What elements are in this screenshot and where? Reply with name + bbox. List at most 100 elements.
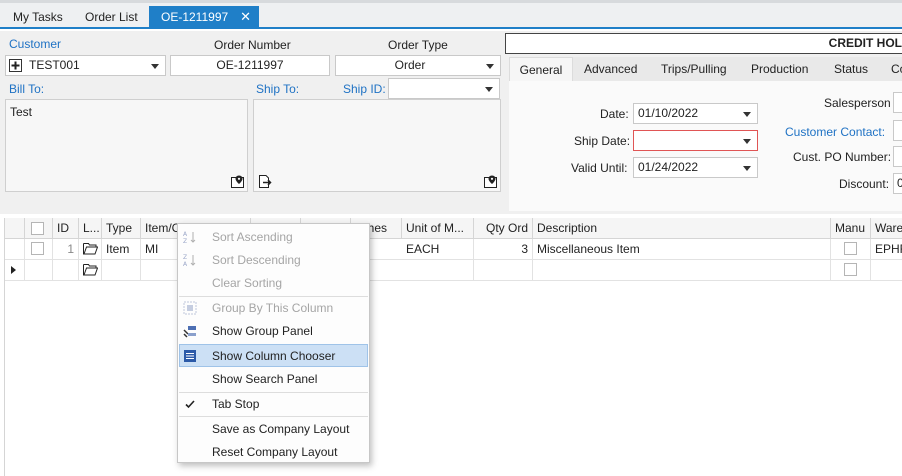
column-header-warehouse[interactable]: Ware [871, 218, 902, 239]
chevron-down-icon[interactable] [151, 63, 159, 69]
tab-my-tasks[interactable]: My Tasks [13, 8, 63, 27]
discount-label: Discount: [839, 177, 890, 191]
menu-item-reset-company-layout[interactable]: Reset Company Layout [179, 441, 368, 463]
column-header-manu[interactable]: Manu [831, 218, 871, 239]
cust-po-label: Cust. PO Number: [793, 150, 892, 164]
column-header-description[interactable]: Description [533, 218, 831, 239]
menu-item-clear-sorting[interactable]: Clear Sorting [179, 272, 368, 294]
column-header-location[interactable]: L... [79, 218, 102, 239]
menu-item-group-by-column[interactable]: Group By This Column [179, 297, 368, 319]
new-row-qty[interactable] [474, 260, 533, 280]
order-number-field[interactable]: OE-1211997 [170, 55, 330, 76]
row-unit: EACH [402, 239, 474, 259]
tab-production[interactable]: Production [751, 57, 808, 81]
new-row-type[interactable] [102, 260, 141, 280]
new-row-id[interactable] [53, 260, 79, 280]
new-row-description[interactable] [533, 260, 831, 280]
customer-value: TEST001 [29, 58, 80, 72]
tab-more[interactable]: Co [891, 57, 902, 81]
tab-general[interactable]: General [509, 57, 573, 81]
row-qty-ord: 3 [474, 239, 533, 259]
menu-item-label: Show Column Chooser [212, 349, 336, 363]
manufactured-checkbox[interactable] [844, 263, 857, 276]
order-type-value: Order [394, 58, 426, 72]
row-warehouse: EPHR [875, 242, 902, 256]
chevron-down-icon[interactable] [743, 111, 751, 117]
customer-label[interactable]: Customer [9, 37, 61, 51]
new-row-warehouse[interactable] [871, 260, 902, 280]
ship-to-address[interactable] [253, 99, 501, 192]
add-customer-icon[interactable] [9, 59, 22, 72]
folder-open-icon[interactable] [83, 263, 98, 276]
document-tab-bar: My Tasks Order List OE-1211997 ✕ [0, 0, 902, 29]
menu-item-show-column-chooser[interactable]: Show Column Chooser [179, 344, 368, 367]
column-header-type[interactable]: Type [102, 218, 141, 239]
date-picker[interactable]: 01/10/2022 [633, 103, 758, 124]
menu-item-save-company-layout[interactable]: Save as Company Layout [179, 418, 368, 440]
bill-to-address[interactable]: Test [5, 99, 248, 192]
menu-item-show-search-panel[interactable]: Show Search Panel [179, 368, 368, 390]
bill-to-label: Bill To: [9, 82, 45, 96]
order-lines-grid: ID L... Type Item/C nches Unit of M... Q… [4, 218, 902, 476]
bill-to-value: Test [10, 105, 33, 119]
ship-id-combo[interactable] [388, 78, 500, 99]
column-header-select[interactable] [25, 218, 53, 239]
tab-advanced[interactable]: Advanced [584, 57, 637, 81]
discount-field[interactable]: 0 [893, 173, 902, 194]
group-by-icon [183, 301, 197, 315]
row-manu-cell[interactable] [831, 239, 871, 259]
ship-date-picker[interactable] [633, 130, 758, 151]
valid-until-value: 01/24/2022 [638, 160, 699, 174]
salesperson-field[interactable] [893, 92, 902, 113]
valid-until-picker[interactable]: 01/24/2022 [633, 157, 758, 178]
new-row-select-cell[interactable] [25, 260, 53, 280]
order-number-label: Order Number [214, 38, 291, 52]
chevron-down-icon[interactable] [485, 86, 493, 92]
menu-separator [179, 416, 368, 417]
menu-item-tab-stop[interactable]: Tab Stop [179, 393, 368, 415]
menu-item-label: Tab Stop [212, 397, 260, 411]
copy-address-icon[interactable] [257, 174, 272, 189]
customer-contact-field[interactable] [893, 120, 902, 141]
cust-po-field[interactable] [893, 146, 902, 167]
new-row-unit[interactable] [402, 260, 474, 280]
menu-item-sort-ascending[interactable]: A Z Sort Ascending [179, 226, 368, 248]
row-checkbox[interactable] [31, 242, 44, 255]
tab-trips-pulling[interactable]: Trips/Pulling [661, 57, 727, 81]
sort-ascending-icon: A Z [183, 231, 196, 244]
folder-open-icon[interactable] [83, 242, 98, 255]
tab-status[interactable]: Status [834, 57, 868, 81]
table-row[interactable]: 1 Item MI EACH 3 Miscellaneous Item EPHR [5, 239, 902, 260]
menu-item-label: Clear Sorting [212, 276, 283, 290]
close-icon[interactable]: ✕ [240, 9, 251, 24]
menu-item-label: Save as Company Layout [212, 422, 350, 436]
new-row-manu-cell[interactable] [831, 260, 871, 280]
ship-to-label[interactable]: Ship To: [256, 82, 299, 96]
column-header-id[interactable]: ID [53, 218, 79, 239]
column-header-qty-ord[interactable]: Qty Ord [474, 218, 533, 239]
chevron-down-icon[interactable] [743, 138, 751, 144]
row-select-cell[interactable] [25, 239, 53, 259]
svg-text:Z: Z [183, 254, 187, 261]
sort-descending-icon: Z A [183, 254, 196, 267]
order-type-combo[interactable]: Order [335, 55, 501, 76]
menu-item-label: Group By This Column [212, 301, 334, 315]
map-location-icon[interactable] [483, 174, 498, 189]
row-location-cell[interactable] [79, 239, 102, 259]
new-row-location-cell[interactable] [79, 260, 102, 280]
menu-item-show-group-panel[interactable]: Show Group Panel [179, 320, 368, 342]
column-header-unit[interactable]: Unit of M... [402, 218, 474, 239]
select-all-checkbox[interactable] [31, 222, 44, 235]
chevron-down-icon[interactable] [486, 63, 494, 69]
tab-order-list[interactable]: Order List [85, 8, 138, 27]
tab-order-oe-1211997[interactable]: OE-1211997 ✕ [149, 6, 260, 29]
customer-combo[interactable]: TEST001 [5, 55, 166, 76]
checkmark-icon [185, 400, 195, 409]
new-row[interactable] [5, 260, 902, 281]
credit-hold-banner: CREDIT HOL [505, 33, 902, 54]
customer-contact-label[interactable]: Customer Contact: [785, 125, 885, 139]
chevron-down-icon[interactable] [743, 165, 751, 171]
menu-item-sort-descending[interactable]: Z A Sort Descending [179, 249, 368, 271]
manufactured-checkbox[interactable] [844, 242, 857, 255]
map-location-icon[interactable] [230, 174, 245, 189]
